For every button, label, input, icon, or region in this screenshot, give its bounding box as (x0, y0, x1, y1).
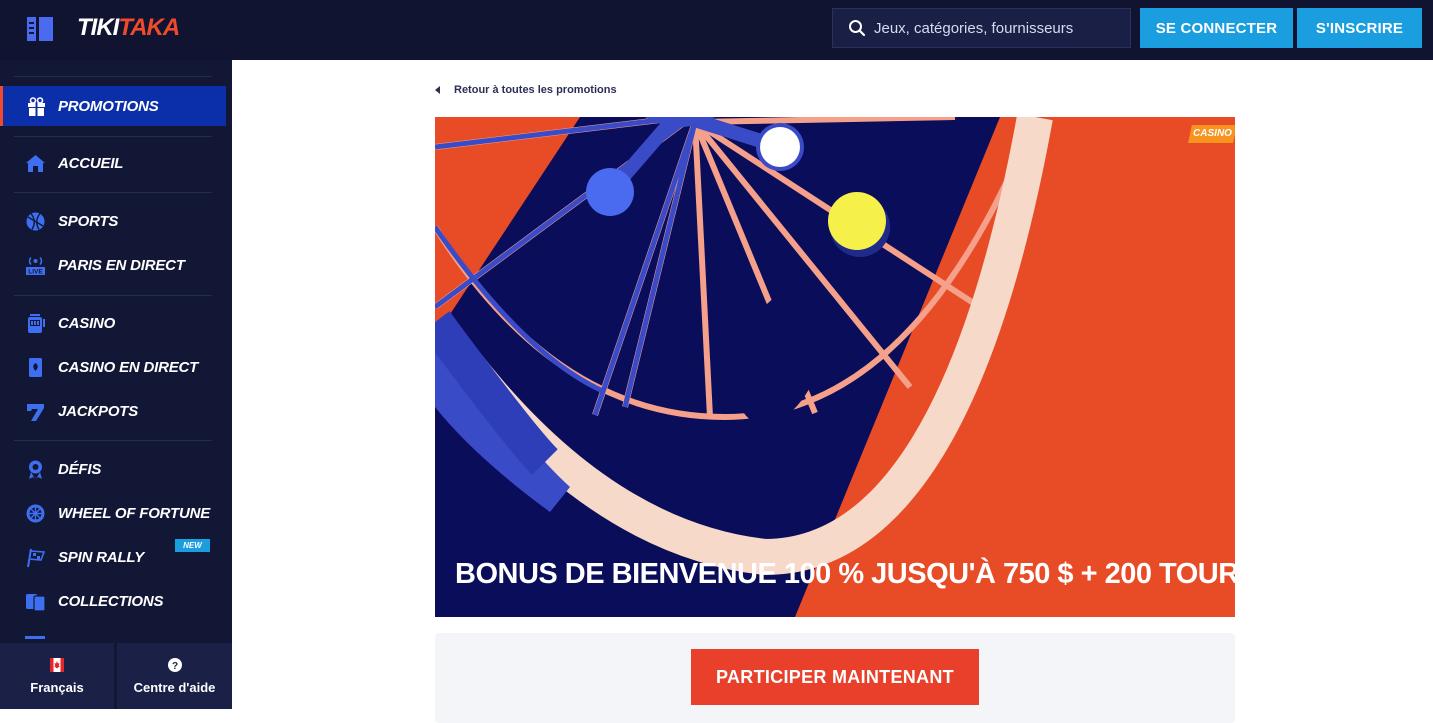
canada-flag-icon (50, 657, 64, 672)
sidebar-item-label: CASINO (58, 314, 116, 332)
signup-button[interactable]: S'INSCRIRE (1297, 8, 1422, 48)
divider (14, 295, 212, 296)
sidebar-item-label: COLLECTIONS (58, 592, 164, 610)
live-icon: LIVE (26, 256, 45, 276)
seven-icon (27, 404, 44, 421)
promo-banner[interactable]: CASINO BONUS DE BIENVENUE 100 % JUSQU'À … (435, 117, 1235, 617)
back-to-promotions-link[interactable]: Retour à toutes les promotions (435, 84, 617, 96)
divider (14, 192, 212, 193)
gift-icon (28, 97, 45, 116)
language-button[interactable]: Français (0, 643, 114, 709)
sidebar-item-collections[interactable]: COLLECTIONS (0, 581, 226, 621)
partial-icon (25, 636, 45, 639)
back-arrow-icon (435, 86, 440, 94)
sidebar-item-sports[interactable]: SPORTS (0, 201, 226, 241)
sidebar-item-defis[interactable]: DÉFIS (0, 449, 226, 489)
main-content: Retour à toutes les promotions CASINO BO… (232, 60, 1433, 723)
search-box[interactable] (832, 8, 1131, 48)
sidebar: PROMOTIONS ACCUEIL SPORTS LIVE PARIS EN … (0, 60, 232, 709)
sidebar-item-paris-en-direct[interactable]: LIVE PARIS EN DIRECT (0, 245, 226, 285)
divider (14, 76, 212, 77)
menu-toggle-icon[interactable] (27, 17, 53, 41)
sidebar-item-label: SPIN RALLY (58, 548, 145, 566)
help-icon: ? (167, 657, 182, 672)
search-input[interactable] (874, 19, 1114, 37)
search-icon (849, 20, 866, 37)
cards-icon (26, 594, 46, 612)
sidebar-item-label: SPORTS (58, 212, 119, 230)
category-tag: CASINO (1188, 125, 1235, 143)
back-link-label: Retour à toutes les promotions (454, 84, 617, 96)
sidebar-item-casino-en-direct[interactable]: CASINO EN DIRECT (0, 347, 226, 387)
sidebar-item-label: WHEEL OF FORTUNE (58, 504, 211, 522)
sidebar-item-label: CASINO EN DIRECT (58, 358, 199, 376)
new-badge: NEW (175, 539, 210, 552)
logo-text-tiki: TIKI (77, 14, 119, 41)
svg-text:LIVE: LIVE (28, 269, 43, 276)
participate-button[interactable]: PARTICIPER MAINTENANT (691, 649, 979, 705)
home-icon (26, 155, 45, 172)
divider (14, 440, 212, 441)
sidebar-item-wheel-of-fortune[interactable]: WHEEL OF FORTUNE (0, 493, 226, 533)
sidebar-footer: Français ? Centre d'aide (0, 643, 232, 709)
medal-icon (29, 460, 42, 479)
wheel-icon (26, 504, 45, 523)
cta-panel: PARTICIPER MAINTENANT (435, 633, 1235, 723)
banner-title: BONUS DE BIENVENUE 100 % JUSQU'À 750 $ +… (455, 558, 1235, 590)
sidebar-item-casino[interactable]: CASINO (0, 303, 226, 343)
sidebar-item-accueil[interactable]: ACCUEIL (0, 143, 226, 183)
sidebar-item-promotions[interactable]: PROMOTIONS (0, 86, 226, 126)
basketball-icon (26, 212, 45, 231)
login-button[interactable]: SE CONNECTER (1140, 8, 1293, 48)
slot-machine-icon (28, 314, 45, 333)
sidebar-item-jackpots[interactable]: JACKPOTS (0, 391, 226, 431)
sidebar-item-label: PROMOTIONS (58, 97, 159, 115)
flag-icon (27, 548, 46, 568)
logo[interactable]: TIKITAKA (77, 14, 180, 42)
language-label: Français (30, 679, 84, 695)
sidebar-item-label: PARIS EN DIRECT (58, 256, 185, 274)
svg-text:?: ? (171, 661, 177, 672)
help-label: Centre d'aide (133, 679, 216, 695)
sidebar-item-label: ACCUEIL (58, 154, 124, 172)
help-center-button[interactable]: ? Centre d'aide (117, 643, 232, 709)
card-icon (29, 358, 42, 377)
sidebar-item-label: JACKPOTS (58, 402, 139, 420)
sidebar-item-label: DÉFIS (58, 460, 102, 478)
divider (14, 136, 212, 137)
top-bar: TIKITAKA SE CONNECTER S'INSCRIRE (0, 0, 1433, 60)
roulette-illustration (435, 117, 1235, 617)
logo-text-taka: TAKA (118, 14, 180, 41)
